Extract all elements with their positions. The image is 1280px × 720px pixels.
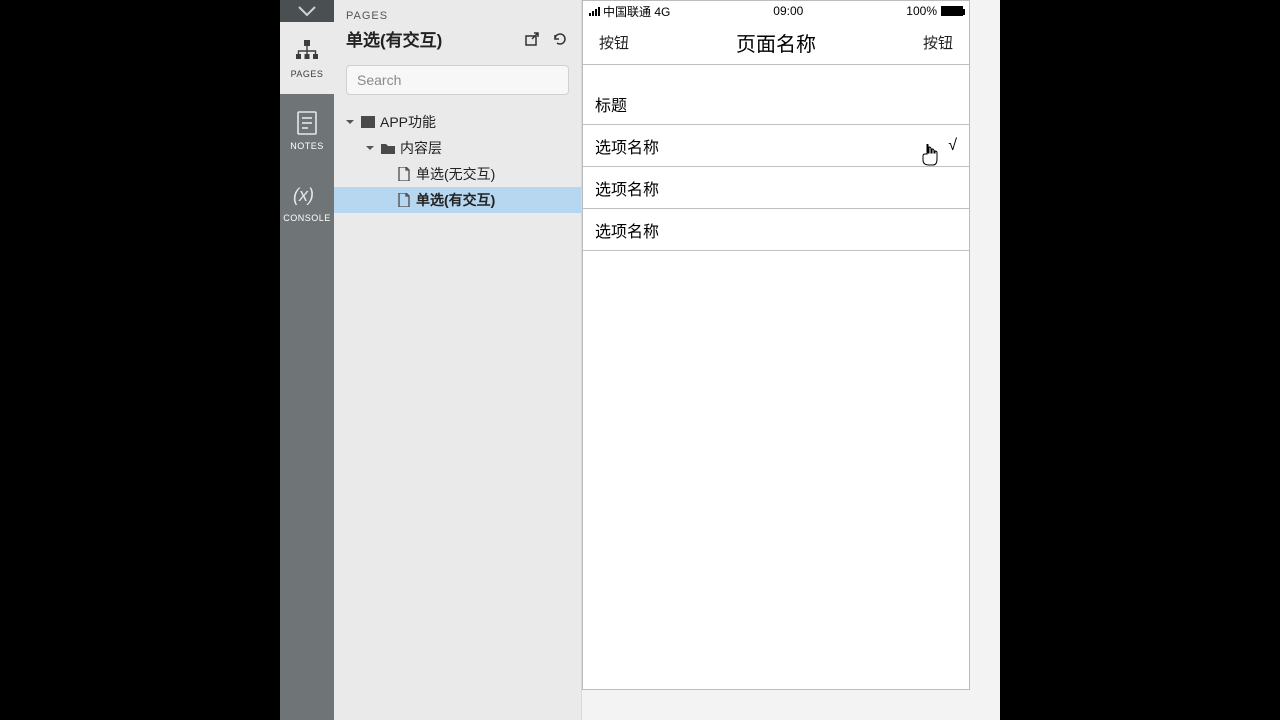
tree-label: 单选(有交互) (416, 190, 495, 210)
share-icon (524, 31, 540, 47)
expander-icon[interactable] (344, 116, 356, 128)
svg-text:(x): (x) (293, 185, 314, 205)
nav-pages[interactable]: PAGES (280, 22, 334, 94)
nav-left-button[interactable]: 按钮 (599, 32, 649, 53)
nav-notes[interactable]: NOTES (280, 94, 334, 166)
page-icon (396, 192, 412, 208)
console-icon: (x) (293, 181, 321, 209)
battery-pct: 100% (906, 4, 937, 18)
tree-folder-content[interactable]: 内容层 (334, 135, 581, 161)
navbar: 按钮 页面名称 按钮 (583, 21, 969, 65)
notes-icon (293, 109, 321, 137)
nav-label: PAGES (291, 69, 324, 79)
tree-folder-app[interactable]: APP功能 (334, 109, 581, 135)
nav-title: 页面名称 (649, 28, 903, 57)
tree-page-interact[interactable]: 单选(有交互) (334, 187, 581, 213)
battery-icon (941, 6, 963, 16)
option-row-1[interactable]: 选项名称 √ (583, 125, 969, 167)
folder-icon (380, 140, 396, 156)
refresh-button[interactable] (551, 30, 569, 48)
nav-rail: PAGES NOTES (x) CONSOLE (280, 0, 334, 720)
option-label: 选项名称 (595, 176, 659, 200)
page-title: 单选(有交互) (346, 26, 442, 51)
section-header: 标题 (583, 83, 969, 125)
option-label: 选项名称 (595, 218, 659, 242)
expander-icon[interactable] (364, 142, 376, 154)
phone-frame: 中国联通 4G 09:00 100% 按钮 页面名称 按钮 标题 选项名称 √ (582, 0, 970, 690)
signal-icon (589, 6, 600, 16)
panel-title-small: PAGES (346, 10, 569, 22)
pages-panel: PAGES 单选(有交互) APP功能 (334, 0, 582, 720)
chevron-down-icon (297, 5, 317, 17)
statusbar-time: 09:00 (670, 4, 906, 18)
tree-page-nointeract[interactable]: 单选(无交互) (334, 161, 581, 187)
statusbar: 中国联通 4G 09:00 100% (583, 1, 969, 21)
nav-label: CONSOLE (283, 213, 331, 223)
page-icon (396, 166, 412, 182)
export-button[interactable] (523, 30, 541, 48)
nav-label: NOTES (290, 141, 324, 151)
option-row-2[interactable]: 选项名称 (583, 167, 969, 209)
option-row-3[interactable]: 选项名称 (583, 209, 969, 251)
search-input[interactable] (346, 65, 569, 95)
panel-header: PAGES 单选(有交互) (334, 0, 581, 57)
app-root: PAGES NOTES (x) CONSOLE PAGES 单选(有交互) (280, 0, 1000, 720)
option-label: 选项名称 (595, 134, 659, 158)
collapse-toggle[interactable] (280, 0, 334, 22)
refresh-icon (552, 31, 568, 47)
section-header-label: 标题 (595, 92, 627, 116)
nav-right-button[interactable]: 按钮 (903, 32, 953, 53)
preview-canvas: 中国联通 4G 09:00 100% 按钮 页面名称 按钮 标题 选项名称 √ (582, 0, 1000, 720)
checkmark-icon: √ (948, 137, 957, 155)
tree-label: APP功能 (380, 112, 436, 132)
tree-label: 内容层 (400, 138, 442, 158)
nav-console[interactable]: (x) CONSOLE (280, 166, 334, 238)
carrier-label: 中国联通 4G (603, 3, 670, 20)
tree-label: 单选(无交互) (416, 164, 495, 184)
page-tree: APP功能 内容层 单选(无交互) 单选(有交互) (334, 105, 581, 217)
sitemap-icon (293, 37, 321, 65)
folder-icon (360, 114, 376, 130)
